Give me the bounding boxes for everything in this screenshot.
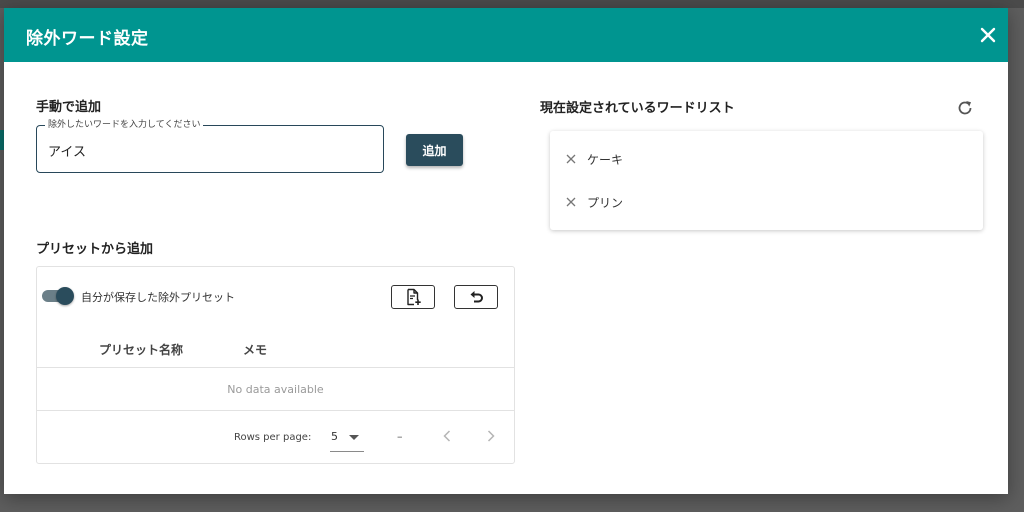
page-info: – <box>397 430 403 443</box>
wordlist-title: 現在設定されているワードリスト <box>540 101 735 116</box>
exclude-words-dialog: 除外ワード設定 手動で追加 除外したいワードを入力してください アイス 追加 プ… <box>4 8 1008 494</box>
close-button[interactable] <box>976 23 1000 47</box>
column-header-memo[interactable]: メモ <box>243 341 267 358</box>
backdrop <box>0 0 1024 8</box>
word-label: プリン <box>587 195 624 210</box>
list-item: ケーキ <box>566 149 623 169</box>
chevron-right-icon <box>487 430 495 442</box>
exclude-word-input[interactable]: 除外したいワードを入力してください アイス <box>36 118 384 173</box>
rows-per-page-value: 5 <box>331 430 338 443</box>
rows-per-page-label: Rows per page: <box>234 432 312 443</box>
refresh-button[interactable] <box>955 98 975 118</box>
word-label: ケーキ <box>587 152 624 167</box>
my-presets-toggle[interactable] <box>40 287 76 305</box>
chevron-left-icon <box>443 430 451 442</box>
prev-page-button[interactable] <box>440 427 454 445</box>
undo-icon <box>470 291 483 303</box>
my-presets-toggle-label: 自分が保存した除外プリセット <box>81 291 235 304</box>
close-icon <box>980 27 996 43</box>
preset-add-title: プリセットから追加 <box>36 242 154 257</box>
manual-add-title: 手動で追加 <box>36 100 102 115</box>
exclude-word-input-value[interactable]: アイス <box>48 141 86 160</box>
remove-icon[interactable] <box>566 154 576 164</box>
next-page-button[interactable] <box>484 427 498 445</box>
wordlist-card: ケーキ プリン <box>550 131 983 230</box>
table-footer-divider <box>37 410 514 411</box>
add-button[interactable]: 追加 <box>406 134 463 166</box>
dialog-header: 除外ワード設定 <box>4 8 1008 62</box>
list-item: プリン <box>566 192 623 212</box>
empty-table-message: No data available <box>227 383 324 396</box>
dropdown-caret-icon <box>349 435 359 440</box>
dialog-title: 除外ワード設定 <box>26 29 149 49</box>
remove-icon[interactable] <box>566 197 576 207</box>
preset-card: 自分が保存した除外プリセット プリセット名称 メモ No data availa… <box>36 266 515 464</box>
undo-button[interactable] <box>454 285 498 309</box>
column-header-preset-name[interactable]: プリセット名称 <box>99 341 183 358</box>
refresh-icon <box>958 101 972 115</box>
toggle-knob <box>56 287 74 305</box>
rows-per-page-select[interactable]: 5 <box>330 425 364 452</box>
exclude-word-input-label: 除外したいワードを入力してください <box>45 118 204 132</box>
add-file-icon <box>407 288 421 306</box>
table-divider <box>37 367 514 368</box>
add-preset-button[interactable] <box>391 285 435 309</box>
